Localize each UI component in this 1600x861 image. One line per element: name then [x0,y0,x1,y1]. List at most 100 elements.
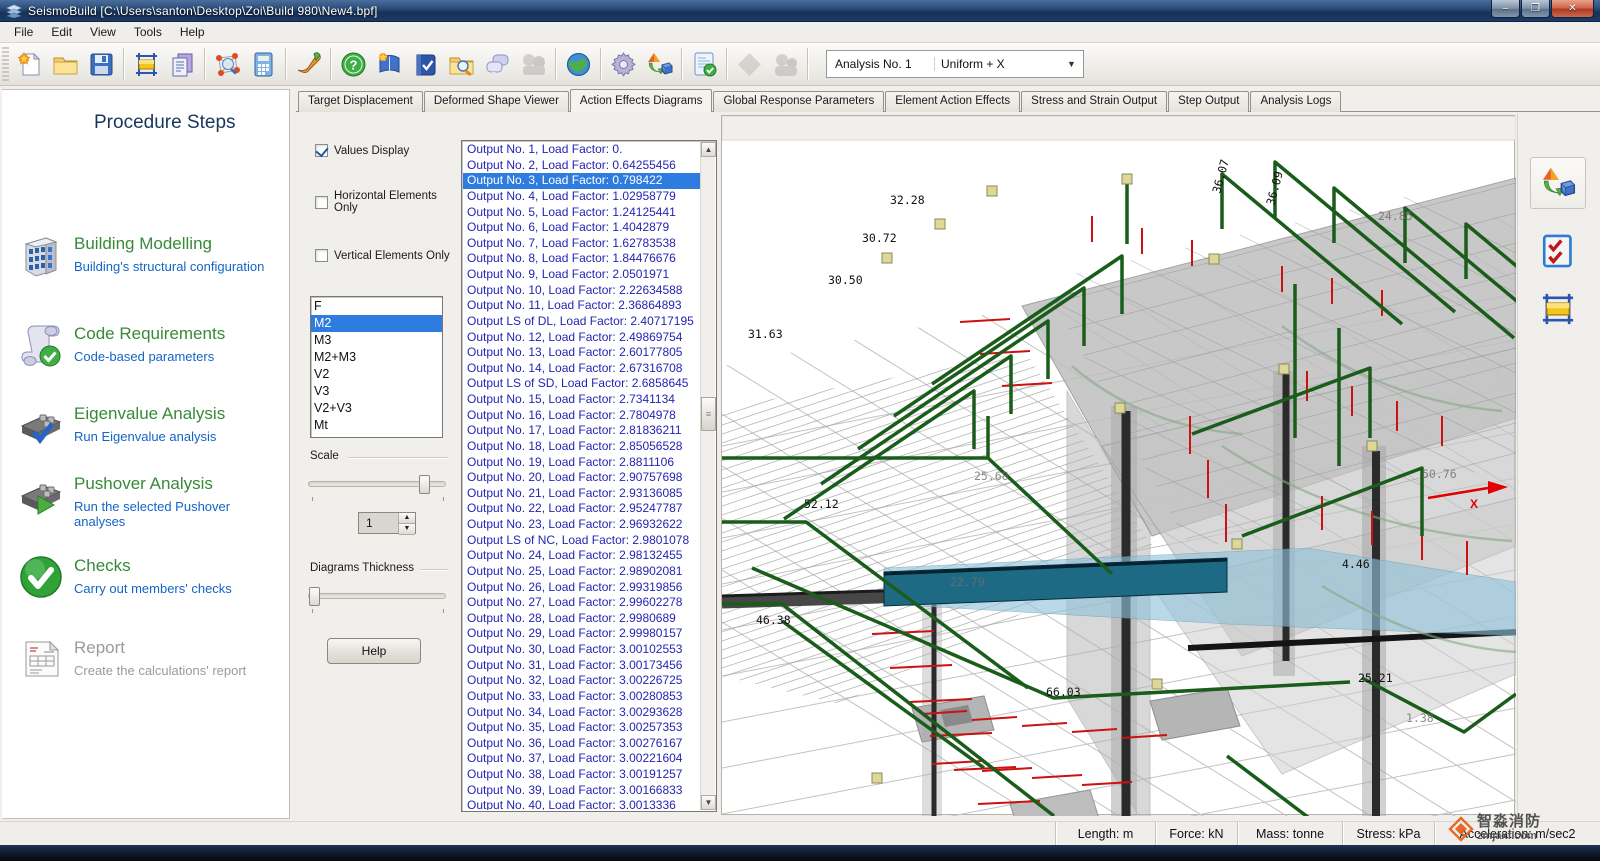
thickness-slider-thumb[interactable] [309,587,320,606]
settings-gear-icon[interactable] [605,46,641,82]
output-row[interactable]: Output No. 34, Load Factor: 3.00293628 [463,705,700,721]
output-row[interactable]: Output No. 18, Load Factor: 2.85056528 [463,439,700,455]
frame-section-icon[interactable] [128,46,164,82]
tab-target-displacement[interactable]: Target Displacement [298,91,423,112]
viewer-3d[interactable]: X 32.2830.7230.5031.6352.1246.3825.6822.… [721,115,1515,815]
calculator-icon[interactable] [245,46,281,82]
output-row[interactable]: Output No. 33, Load Factor: 3.00280853 [463,689,700,705]
output-row[interactable]: Output No. 28, Load Factor: 2.9980689 [463,611,700,627]
scale-slider[interactable] [308,481,446,487]
output-row[interactable]: Output No. 14, Load Factor: 2.67316708 [463,361,700,377]
component-option-m2+m3[interactable]: M2+M3 [311,349,442,366]
menu-item-tools[interactable]: Tools [126,23,170,41]
new-file-icon[interactable] [11,46,47,82]
save-icon[interactable] [83,46,119,82]
sidebar-item-code-requirements[interactable]: Code Requirements Code-based parameters [18,322,280,368]
output-list-scrollbar[interactable]: ▲ ▼ [700,142,715,810]
step-subtitle[interactable]: Run the selected Pushover analyses [74,499,280,529]
output-row[interactable]: Output No. 24, Load Factor: 2.98132455 [463,548,700,564]
scale-spinner[interactable]: 1 ▲▼ [358,512,416,534]
menu-item-edit[interactable]: Edit [43,23,80,41]
tab-deformed-shape-viewer[interactable]: Deformed Shape Viewer [424,91,569,112]
open-folder-icon[interactable] [47,46,83,82]
sidebar-item-building-modelling[interactable]: Building Modelling Building's structural… [18,232,280,278]
structure-view-icon[interactable] [209,46,245,82]
output-row[interactable]: Output No. 2, Load Factor: 0.64255456 [463,158,700,174]
step-subtitle[interactable]: Code-based parameters [74,349,225,364]
output-row[interactable]: Output No. 36, Load Factor: 3.00276167 [463,736,700,752]
output-row[interactable]: Output No. 27, Load Factor: 2.99602278 [463,595,700,611]
output-row[interactable]: Output No. 32, Load Factor: 3.00226725 [463,673,700,689]
scale-slider-thumb[interactable] [419,475,430,494]
checkbox-icon[interactable] [315,196,328,209]
checkbox-icon[interactable] [315,249,328,262]
component-option-mt[interactable]: Mt [311,417,442,434]
output-row[interactable]: Output No. 6, Load Factor: 1.4042879 [463,220,700,236]
output-row[interactable]: Output No. 4, Load Factor: 1.02958779 [463,189,700,205]
output-row[interactable]: Output No. 21, Load Factor: 2.93136085 [463,486,700,502]
shapes-icon[interactable] [641,46,677,82]
output-listbox[interactable]: Output No. 1, Load Factor: 0.Output No. … [461,140,717,812]
minimize-button[interactable]: – [1491,0,1520,18]
checks-tool-icon[interactable] [1530,225,1586,277]
toolbar-grip[interactable] [2,47,9,81]
output-row[interactable]: Output No. 12, Load Factor: 2.49869754 [463,330,700,346]
output-row[interactable]: Output No. 23, Load Factor: 2.96932622 [463,517,700,533]
verify-book-icon[interactable] [407,46,443,82]
menu-item-view[interactable]: View [82,23,124,41]
web-icon[interactable] [560,46,596,82]
component-option-v2+v3[interactable]: V2+V3 [311,400,442,417]
output-row[interactable]: Output No. 25, Load Factor: 2.98902081 [463,564,700,580]
output-row[interactable]: Output No. 15, Load Factor: 2.7341134 [463,392,700,408]
step-subtitle[interactable]: Carry out members' checks [74,581,232,596]
output-row[interactable]: Output No. 17, Load Factor: 2.81836211 [463,423,700,439]
tab-stress-and-strain-output[interactable]: Stress and Strain Output [1021,91,1167,112]
output-row[interactable]: Output No. 16, Load Factor: 2.7804978 [463,408,700,424]
frame-tool-icon[interactable] [1530,283,1586,335]
output-report-icon[interactable] [686,46,722,82]
step-subtitle[interactable]: Run Eigenvalue analysis [74,429,225,444]
scrollbar-thumb[interactable] [701,397,716,431]
output-row[interactable]: Output LS of SD, Load Factor: 2.6858645 [463,376,700,392]
sidebar-item-checks[interactable]: Checks Carry out members' checks [18,554,280,600]
tab-element-action-effects[interactable]: Element Action Effects [885,91,1020,112]
tab-global-response-parameters[interactable]: Global Response Parameters [713,91,884,112]
scroll-down-icon[interactable]: ▼ [701,795,716,810]
output-row[interactable]: Output No. 35, Load Factor: 3.00257353 [463,720,700,736]
title-bar[interactable]: SeismoBuild [C:\Users\santon\Desktop\Zoi… [0,0,1600,22]
close-button[interactable]: ✕ [1551,0,1594,18]
output-row[interactable]: Output No. 7, Load Factor: 1.62783538 [463,236,700,252]
output-row[interactable]: Output No. 20, Load Factor: 2.90757698 [463,470,700,486]
component-option-m3[interactable]: M3 [311,332,442,349]
vertical-elements-checkbox[interactable]: Vertical Elements Only [315,249,455,262]
checkbox-checked-icon[interactable] [315,144,328,157]
manual-book-icon[interactable] [371,46,407,82]
horizontal-elements-checkbox[interactable]: Horizontal Elements Only [315,190,445,214]
values-display-checkbox[interactable]: Values Display [315,144,409,157]
output-row[interactable]: Output No. 37, Load Factor: 3.00221604 [463,751,700,767]
menu-item-help[interactable]: Help [172,23,213,41]
restore-button[interactable]: ❐ [1521,0,1550,18]
output-row[interactable]: Output No. 10, Load Factor: 2.22634588 [463,283,700,299]
output-row[interactable]: Output LS of DL, Load Factor: 2.40717195 [463,314,700,330]
output-row[interactable]: Output No. 22, Load Factor: 2.95247787 [463,501,700,517]
component-option-v3[interactable]: V3 [311,383,442,400]
spinner-up-icon[interactable]: ▲ [399,513,415,524]
paintbrush-icon[interactable] [290,46,326,82]
component-listbox[interactable]: FM2M3M2+M3V2V3V2+V3Mt [310,296,443,438]
tab-step-output[interactable]: Step Output [1168,91,1249,112]
output-row[interactable]: Output No. 9, Load Factor: 2.0501971 [463,267,700,283]
step-subtitle[interactable]: Building's structural configuration [74,259,264,274]
tab-analysis-logs[interactable]: Analysis Logs [1250,91,1341,112]
scroll-up-icon[interactable]: ▲ [701,142,716,157]
shapes-tool-icon[interactable] [1530,157,1586,209]
output-row[interactable]: Output No. 26, Load Factor: 2.99319856 [463,580,700,596]
output-row[interactable]: Output No. 29, Load Factor: 2.99980157 [463,626,700,642]
spinner-down-icon[interactable]: ▼ [399,524,415,535]
output-row[interactable]: Output No. 19, Load Factor: 2.8811106 [463,455,700,471]
output-row[interactable]: Output No. 11, Load Factor: 2.36864893 [463,298,700,314]
output-row[interactable]: Output No. 30, Load Factor: 3.00102553 [463,642,700,658]
scale-value[interactable]: 1 [359,513,398,533]
output-row[interactable]: Output No. 39, Load Factor: 3.00166833 [463,783,700,799]
help-icon[interactable]: ? [335,46,371,82]
